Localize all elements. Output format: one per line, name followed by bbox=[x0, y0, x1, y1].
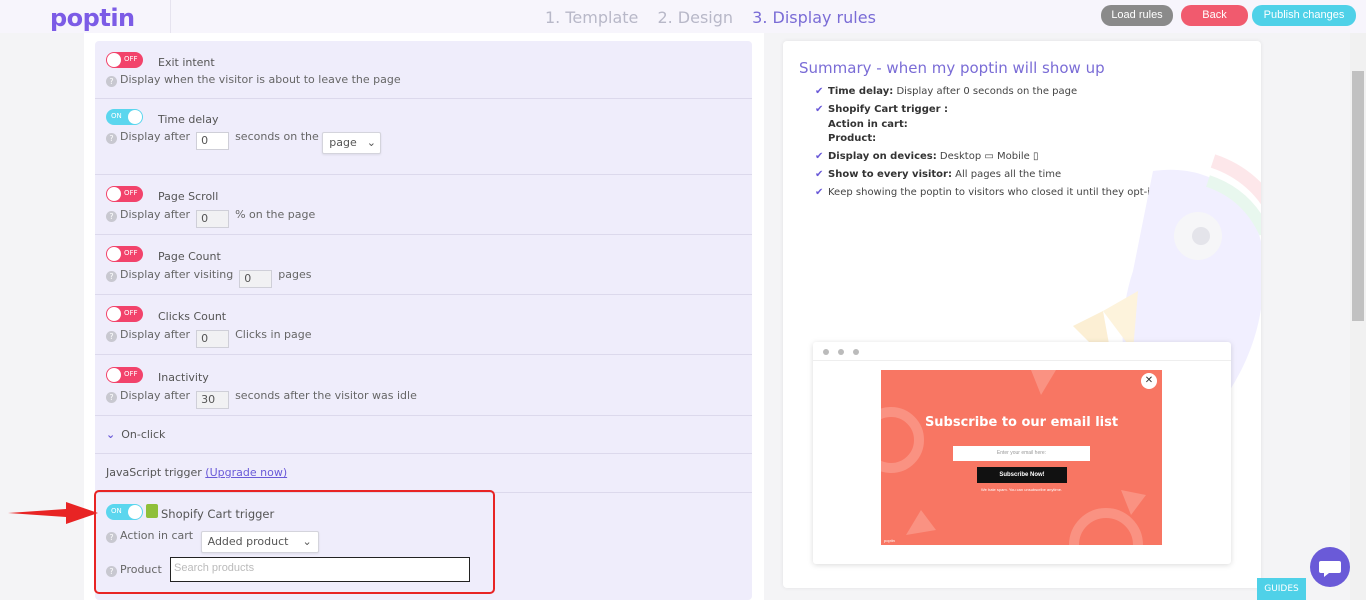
help-icon[interactable]: ? bbox=[106, 211, 117, 222]
inactivity-input[interactable]: 30 bbox=[196, 391, 230, 409]
chevron-down-icon: ⌄ bbox=[106, 428, 116, 441]
summary-item: ✔ Shopify Cart trigger : Action in cart: Pr… bbox=[815, 104, 949, 144]
page-count-desc: ? Display after visiting 0 pages bbox=[106, 268, 311, 288]
inactivity-desc: ? Display after 30 seconds after the visito… bbox=[106, 389, 417, 409]
time-delay-desc: ? Display after 0 seconds on the page ⌄ bbox=[106, 130, 382, 154]
rule-inactivity: OFF Inactivity ? Display after 30 seconds a… bbox=[95, 355, 752, 416]
time-delay-toggle[interactable]: ON bbox=[106, 109, 143, 125]
check-icon: ✔ bbox=[815, 151, 824, 162]
summary-title: Summary - when my poptin will show up bbox=[799, 59, 1105, 77]
clicks-count-title: Clicks Count bbox=[158, 310, 227, 323]
popup-card: ✕ Subscribe to our email list Enter your… bbox=[881, 370, 1162, 545]
check-icon: ✔ bbox=[815, 104, 824, 115]
chat-icon bbox=[1319, 561, 1341, 577]
popup-email-input: Enter your email here: bbox=[953, 446, 1090, 461]
window-dot bbox=[838, 349, 844, 355]
page-count-toggle[interactable]: OFF bbox=[106, 246, 143, 262]
popup-title: Subscribe to our email list bbox=[924, 415, 1119, 430]
step-design[interactable]: 2. Design bbox=[657, 8, 733, 27]
rule-page-count: OFF Page Count ? Display after visiting 0 p… bbox=[95, 235, 752, 295]
page-scroll-desc: ? Display after 0% on the page bbox=[106, 208, 315, 228]
top-bar: poptin 1. Template 2. Design 3. Display … bbox=[0, 0, 1366, 33]
rule-clicks-count: OFF Clicks Count ? Display after 0 Clicks i… bbox=[95, 295, 752, 355]
page-count-input[interactable]: 0 bbox=[239, 270, 273, 288]
publish-changes-button[interactable]: Publish changes bbox=[1252, 5, 1356, 26]
window-dot bbox=[853, 349, 859, 355]
page-scroll-toggle[interactable]: OFF bbox=[106, 186, 143, 202]
help-icon[interactable]: ? bbox=[106, 271, 117, 282]
poptin-logo[interactable]: poptin bbox=[50, 4, 135, 32]
rule-exit-intent: OFF Exit intent ? Display when the visito… bbox=[95, 41, 752, 99]
popup-preview: ✕ Subscribe to our email list Enter your… bbox=[813, 342, 1231, 564]
load-rules-button[interactable]: Load rules bbox=[1101, 5, 1173, 26]
time-delay-title: Time delay bbox=[158, 113, 219, 126]
inactivity-toggle[interactable]: OFF bbox=[106, 367, 143, 383]
check-icon: ✔ bbox=[815, 187, 824, 198]
scrollbar-thumb[interactable] bbox=[1352, 71, 1364, 321]
exit-intent-title: Exit intent bbox=[158, 56, 215, 69]
time-delay-select[interactable]: page ⌄ bbox=[322, 132, 382, 154]
exit-intent-desc: ? Display when the visitor is about to le… bbox=[106, 73, 401, 87]
highlight-box bbox=[94, 490, 495, 594]
help-icon[interactable]: ? bbox=[106, 331, 117, 342]
popup-note: We hate spam. You can unsubscribe anytim… bbox=[980, 487, 1063, 492]
on-click-label: On-click bbox=[121, 428, 166, 441]
popup-brand: poptin bbox=[884, 538, 895, 543]
help-icon[interactable]: ? bbox=[106, 392, 117, 403]
window-dot bbox=[823, 349, 829, 355]
check-icon: ✔ bbox=[815, 169, 824, 180]
page-scroll-title: Page Scroll bbox=[158, 190, 219, 203]
rule-page-scroll: OFF Page Scroll ? Display after 0% on the … bbox=[95, 175, 752, 235]
page-scrollbar[interactable] bbox=[1350, 33, 1366, 600]
upgrade-now-link[interactable]: (Upgrade now) bbox=[205, 466, 287, 479]
time-delay-input[interactable]: 0 bbox=[196, 132, 230, 150]
browser-bar bbox=[813, 342, 1231, 361]
step-template[interactable]: 1. Template bbox=[545, 8, 638, 27]
red-arrow-annotation bbox=[8, 502, 98, 524]
help-icon[interactable]: ? bbox=[106, 76, 117, 87]
close-icon[interactable]: ✕ bbox=[1141, 373, 1157, 389]
laptop-icon: ▭ bbox=[984, 151, 994, 162]
back-button[interactable]: Back bbox=[1181, 5, 1248, 26]
js-trigger-label: JavaScript trigger bbox=[106, 466, 202, 479]
summary-item: ✔ Time delay: Display after 0 seconds on … bbox=[815, 85, 1160, 100]
rule-on-click[interactable]: ⌄ On-click bbox=[95, 416, 752, 454]
page-count-title: Page Count bbox=[158, 250, 221, 263]
step-display-rules[interactable]: 3. Display rules bbox=[752, 8, 876, 27]
clicks-count-input[interactable]: 0 bbox=[196, 330, 230, 348]
exit-intent-toggle[interactable]: OFF bbox=[106, 52, 143, 68]
clicks-count-toggle[interactable]: OFF bbox=[106, 306, 143, 322]
chat-button[interactable] bbox=[1310, 547, 1350, 587]
check-icon: ✔ bbox=[815, 86, 824, 97]
step-nav: 1. Template 2. Design 3. Display rules bbox=[545, 8, 890, 27]
chevron-down-icon: ⌄ bbox=[366, 136, 376, 149]
clicks-count-desc: ? Display after 0 Clicks in page bbox=[106, 328, 312, 348]
rule-javascript-trigger: JavaScript trigger (Upgrade now) bbox=[95, 454, 752, 493]
inactivity-title: Inactivity bbox=[158, 371, 209, 384]
popup-subscribe-button: Subscribe Now! bbox=[977, 467, 1067, 483]
divider bbox=[170, 0, 171, 33]
rule-time-delay: ON Time delay ? Display after 0 seconds on … bbox=[95, 99, 752, 175]
page-scroll-input[interactable]: 0 bbox=[196, 210, 230, 228]
guides-button[interactable]: GUIDES bbox=[1257, 578, 1306, 600]
help-icon[interactable]: ? bbox=[106, 133, 117, 144]
summary-panel: Summary - when my poptin will show up ✔ T… bbox=[783, 41, 1261, 588]
